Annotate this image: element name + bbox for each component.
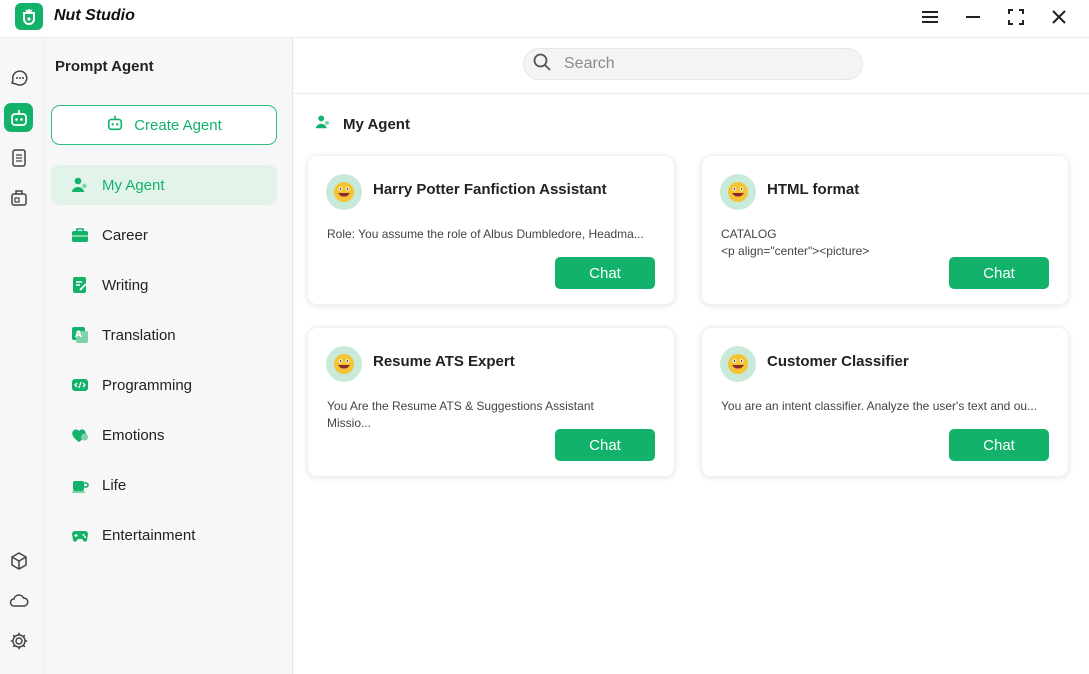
person-icon bbox=[315, 114, 331, 134]
agent-description: You Are the Resume ATS & Suggestions Ass… bbox=[327, 399, 594, 430]
sidebar-title: Prompt Agent bbox=[55, 58, 154, 75]
top-bar bbox=[293, 38, 1089, 94]
agent-title: HTML format bbox=[767, 181, 860, 198]
gear-icon[interactable] bbox=[4, 626, 33, 655]
document-icon[interactable] bbox=[4, 143, 33, 172]
category-label: Life bbox=[102, 476, 127, 494]
emoji-avatar-icon bbox=[326, 174, 362, 210]
category-label: Career bbox=[102, 226, 148, 244]
chat-button[interactable]: Chat bbox=[949, 257, 1049, 289]
category-emotions[interactable]: Emotions bbox=[51, 415, 277, 455]
title-bar: Nut Studio bbox=[0, 0, 1089, 38]
emoji-avatar-icon bbox=[720, 346, 756, 382]
minimize-icon[interactable] bbox=[961, 6, 985, 28]
agent-card: Harry Potter Fanfiction Assistant Role: … bbox=[307, 155, 675, 305]
cloud-icon[interactable] bbox=[4, 586, 33, 615]
close-icon[interactable] bbox=[1047, 6, 1071, 28]
category-label: Entertainment bbox=[102, 526, 196, 544]
chat-button[interactable]: Chat bbox=[555, 429, 655, 461]
agent-description: You are an intent classifier. Analyze th… bbox=[721, 399, 1038, 413]
gamepad-icon bbox=[70, 525, 90, 545]
create-agent-label: Create Agent bbox=[134, 116, 222, 134]
sidebar: Prompt Agent Create Agent My Agent Caree… bbox=[44, 38, 293, 674]
chat-button[interactable]: Chat bbox=[555, 257, 655, 289]
create-agent-button[interactable]: Create Agent bbox=[51, 105, 277, 145]
maximize-icon[interactable] bbox=[1004, 6, 1028, 28]
code-icon bbox=[70, 375, 90, 395]
category-writing[interactable]: Writing bbox=[51, 265, 277, 305]
search-input[interactable] bbox=[564, 55, 824, 73]
category-label: My Agent bbox=[102, 176, 165, 194]
category-label: Writing bbox=[102, 276, 149, 294]
person-icon bbox=[70, 175, 90, 195]
cube-icon[interactable] bbox=[4, 546, 33, 575]
chat-button[interactable]: Chat bbox=[949, 429, 1049, 461]
menu-icon[interactable] bbox=[918, 6, 942, 28]
agent-title: Customer Classifier bbox=[767, 353, 909, 370]
category-career[interactable]: Career bbox=[51, 215, 277, 255]
agent-card: Resume ATS Expert You Are the Resume ATS… bbox=[307, 327, 675, 477]
hearts-icon bbox=[70, 425, 90, 445]
category-label: Emotions bbox=[102, 426, 165, 444]
emoji-avatar-icon bbox=[326, 346, 362, 382]
section-header: My Agent bbox=[315, 114, 410, 134]
chat-bubbles-icon[interactable] bbox=[4, 63, 33, 92]
category-entertainment[interactable]: Entertainment bbox=[51, 515, 277, 555]
robot-icon[interactable] bbox=[4, 103, 33, 132]
pen-note-icon bbox=[70, 275, 90, 295]
category-label: Translation bbox=[102, 326, 176, 344]
category-life[interactable]: Life bbox=[51, 465, 277, 505]
briefcase-icon bbox=[70, 225, 90, 245]
robot-icon bbox=[106, 114, 124, 136]
search-icon bbox=[532, 52, 552, 77]
category-my-agent[interactable]: My Agent bbox=[51, 165, 277, 205]
category-translation[interactable]: A Translation bbox=[51, 315, 277, 355]
agent-description: CATALOG <p align="center"><picture> bbox=[721, 227, 870, 258]
cup-icon bbox=[70, 475, 90, 495]
toolbox-icon[interactable] bbox=[4, 183, 33, 212]
category-programming[interactable]: Programming bbox=[51, 365, 277, 405]
translate-icon: A bbox=[70, 325, 90, 345]
category-label: Programming bbox=[102, 376, 193, 394]
emoji-avatar-icon bbox=[720, 174, 756, 210]
main-content: My Agent Harry Potter Fanfiction Assista… bbox=[293, 38, 1089, 674]
agent-title: Harry Potter Fanfiction Assistant bbox=[373, 181, 607, 198]
agent-title: Resume ATS Expert bbox=[373, 353, 515, 370]
app-logo-icon bbox=[15, 3, 43, 30]
app-title: Nut Studio bbox=[54, 7, 135, 24]
search-box[interactable] bbox=[523, 48, 863, 80]
agent-description: Role: You assume the role of Albus Dumbl… bbox=[327, 227, 644, 241]
agent-card: HTML format CATALOG <p align="center"><p… bbox=[701, 155, 1069, 305]
section-title: My Agent bbox=[343, 115, 410, 133]
svg-text:A: A bbox=[75, 330, 82, 340]
agent-card: Customer Classifier You are an intent cl… bbox=[701, 327, 1069, 477]
icon-rail bbox=[0, 38, 44, 674]
